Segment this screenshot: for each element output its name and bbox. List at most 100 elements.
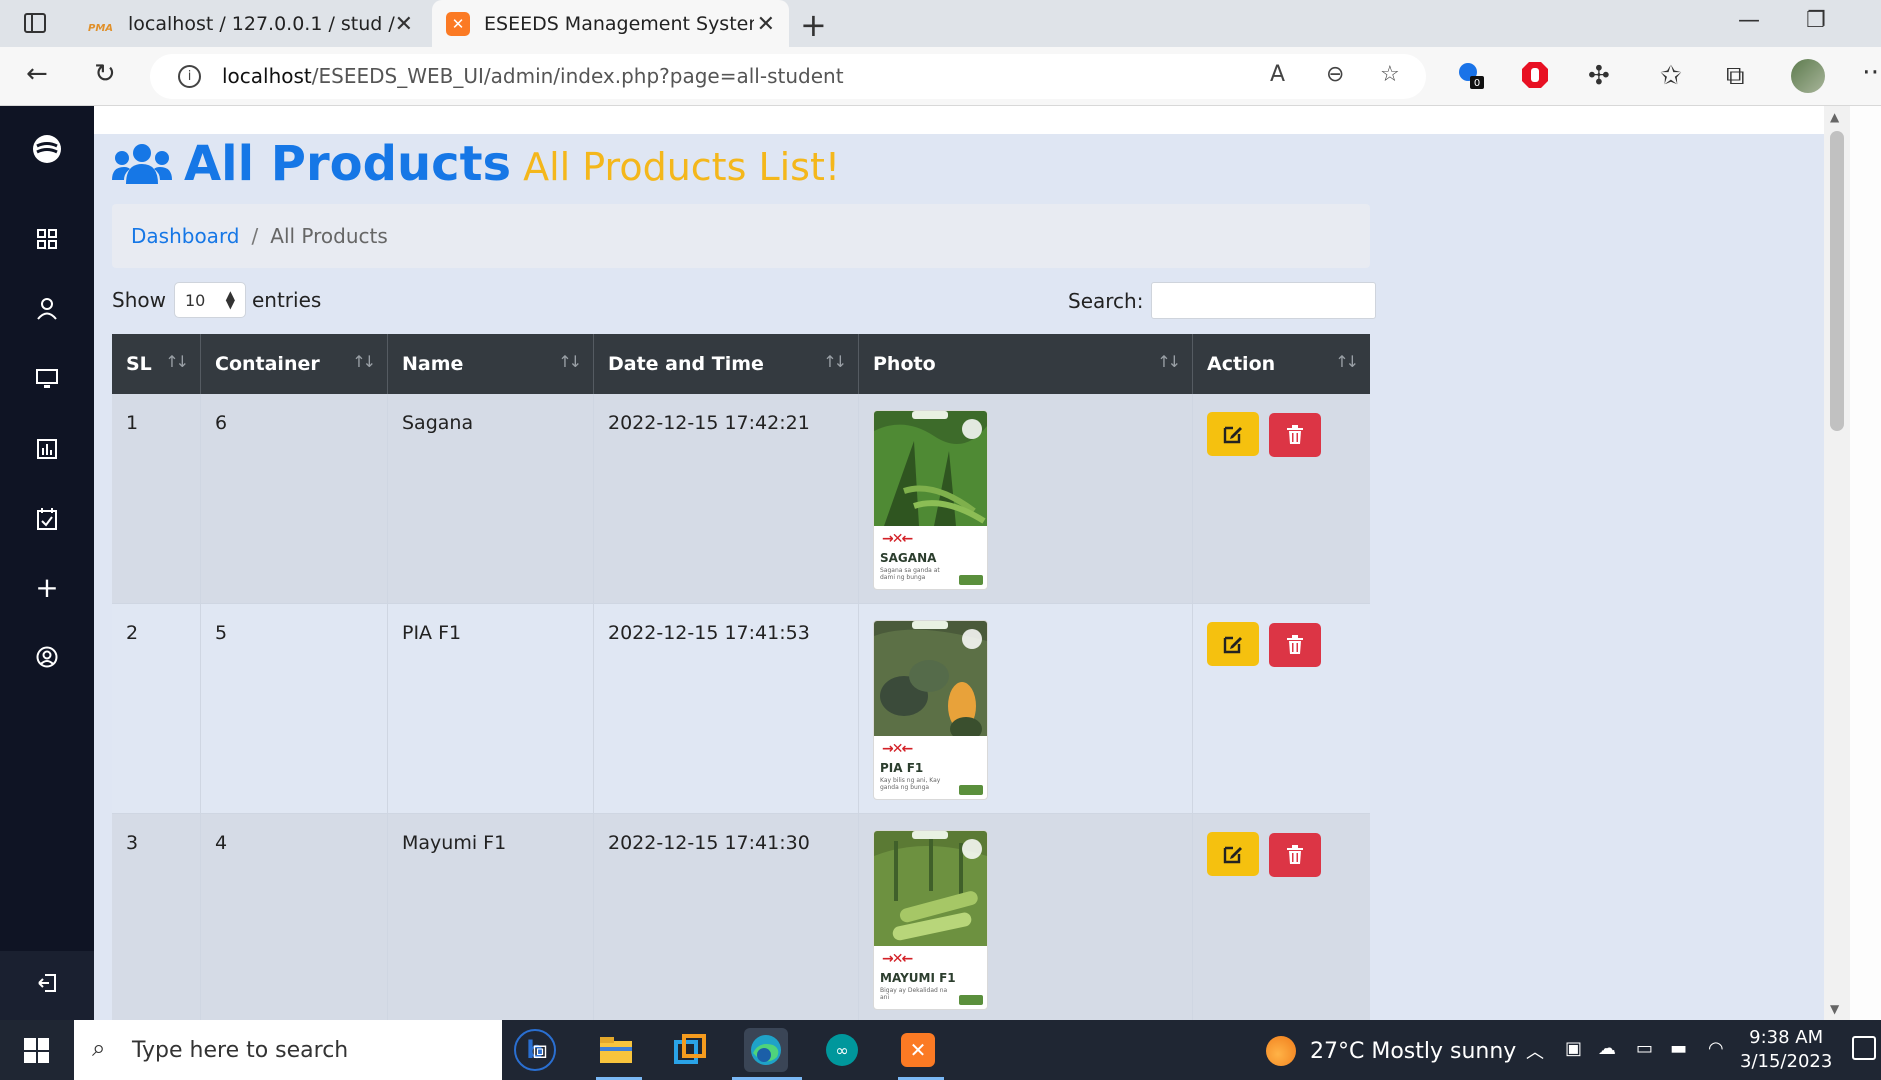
scroll-down-icon[interactable]: ▼ <box>1830 1002 1839 1016</box>
trash-icon <box>1287 425 1303 444</box>
delete-button[interactable] <box>1269 413 1321 457</box>
address-bar[interactable]: i localhost/ESEEDS_WEB_UI/admin/index.ph… <box>150 54 1426 99</box>
edit-button[interactable] <box>1207 832 1259 876</box>
taskbar-search-box[interactable]: ⌕ Type here to search b <box>74 1020 556 1080</box>
monitor-icon[interactable] <box>0 354 94 404</box>
edit-icon <box>1223 636 1242 654</box>
scroll-thumb[interactable] <box>1830 131 1844 431</box>
new-tab-button[interactable]: + <box>800 6 827 44</box>
meet-now-icon[interactable]: ▣ <box>1565 1038 1582 1059</box>
tab-actions-icon[interactable] <box>24 13 46 33</box>
favorites-icon[interactable]: ✩ <box>1660 61 1682 91</box>
arduino-icon[interactable]: ∞ <box>820 1028 864 1072</box>
extension-icon[interactable]: 0 <box>1456 60 1486 90</box>
sort-icon: ↑↓ <box>823 352 847 371</box>
extension-badge: 0 <box>1474 78 1480 89</box>
edit-button[interactable] <box>1207 622 1259 666</box>
seed-pack-label: PIA F1 <box>880 761 924 775</box>
entries-select[interactable]: 10 ▲ ▼ <box>173 282 246 318</box>
adblock-icon[interactable] <box>1520 60 1550 90</box>
seed-brand-logo: →✕← <box>882 741 913 757</box>
search-input[interactable] <box>1151 282 1377 319</box>
breadcrumb-dashboard-link[interactable]: Dashboard <box>131 224 240 248</box>
delete-button[interactable] <box>1269 833 1321 877</box>
seed-pack-caption: Bigay ay Dekalidad na ani <box>880 987 948 1001</box>
tab-eseeds[interactable]: ✕ ESEEDS Management System ✕ <box>432 0 789 47</box>
remote-desktop-icon[interactable] <box>668 1028 712 1072</box>
breadcrumb-current: All Products <box>270 224 388 248</box>
dashboard-grid-icon[interactable] <box>0 214 94 264</box>
edit-button[interactable] <box>1207 412 1259 456</box>
back-icon[interactable]: ← <box>26 59 48 89</box>
file-explorer-icon[interactable] <box>594 1028 638 1072</box>
column-header-name[interactable]: Name ↑↓ <box>388 334 594 394</box>
chart-icon[interactable] <box>0 424 94 474</box>
profile-avatar[interactable] <box>1791 59 1825 93</box>
refresh-icon[interactable]: ↻ <box>94 59 116 89</box>
svg-text:∞: ∞ <box>835 1041 848 1060</box>
page-scrollbar[interactable]: ▲ ▼ <box>1824 106 1850 1020</box>
logout-button[interactable] <box>0 951 94 1020</box>
edge-browser-icon[interactable] <box>744 1028 788 1072</box>
cell-action <box>1193 604 1370 813</box>
cell-action <box>1193 814 1370 1020</box>
weather-widget[interactable]: 27°C Mostly sunny <box>1266 1036 1516 1066</box>
restore-button[interactable]: ❐ <box>1806 8 1826 33</box>
taskbar-clock[interactable]: 9:38 AM 3/15/2023 <box>1740 1026 1832 1074</box>
minimize-button[interactable]: — <box>1738 8 1760 33</box>
column-header-action[interactable]: Action ↑↓ <box>1193 334 1370 394</box>
windows-taskbar: ⌕ Type here to search b ⧈ ∞ ✕ 27°C Mostl… <box>0 1020 1881 1080</box>
column-header-photo[interactable]: Photo ↑↓ <box>859 334 1193 394</box>
wifi-icon[interactable]: ◠ <box>1708 1038 1724 1059</box>
column-header-datetime[interactable]: Date and Time ↑↓ <box>594 334 859 394</box>
seed-brand-logo: →✕← <box>882 531 913 547</box>
display-icon[interactable]: ▭ <box>1636 1038 1653 1059</box>
cell-container: 5 <box>201 604 388 813</box>
product-photo: →✕← PIA F1 Kay bilis ng ani, Kay ganda n… <box>873 620 988 800</box>
logo-icon[interactable] <box>0 124 94 174</box>
onedrive-icon[interactable]: ☁ <box>1598 1038 1616 1059</box>
show-hidden-icons[interactable]: ︿ <box>1526 1038 1544 1064</box>
tab-phpmyadmin[interactable]: PMA localhost / 127.0.0.1 / stud / a_hi … <box>72 0 427 47</box>
cell-datetime: 2022-12-15 17:41:30 <box>594 814 859 1020</box>
close-tab-icon[interactable]: ✕ <box>395 12 413 37</box>
more-menu-icon[interactable]: ⋯ <box>1862 57 1881 87</box>
seed-pack-badge <box>962 419 982 439</box>
cell-photo: →✕← PIA F1 Kay bilis ng ani, Kay ganda n… <box>859 604 1193 813</box>
collections-icon[interactable]: ⧉ <box>1726 61 1745 92</box>
scroll-up-icon[interactable]: ▲ <box>1830 110 1839 124</box>
page-subtitle: All Products List! <box>523 145 841 189</box>
entries-control: Show 10 ▲ ▼ entries <box>112 282 321 318</box>
seed-brand-logo: →✕← <box>882 951 913 967</box>
close-tab-icon[interactable]: ✕ <box>757 12 775 37</box>
column-header-container[interactable]: Container ↑↓ <box>201 334 388 394</box>
user-icon[interactable] <box>0 284 94 334</box>
column-header-sl[interactable]: SL ↑↓ <box>112 334 201 394</box>
windows-start-icon[interactable] <box>24 1038 49 1063</box>
calendar-check-icon[interactable] <box>0 494 94 544</box>
seed-pack-badge <box>962 839 982 859</box>
seed-pack-tag <box>959 785 983 795</box>
xampp-control-icon[interactable]: ✕ <box>896 1028 940 1072</box>
add-favorite-icon[interactable]: ☆ <box>1380 62 1400 87</box>
task-view-icon[interactable]: ⧈ <box>518 1028 562 1072</box>
read-aloud-icon[interactable]: A <box>1270 62 1285 87</box>
seed-pack-label: SAGANA <box>880 551 937 565</box>
weather-sun-icon <box>1266 1036 1296 1066</box>
extensions-puzzle-icon[interactable]: ✣ <box>1588 61 1610 91</box>
browser-tab-bar: PMA localhost / 127.0.0.1 / stud / a_hi … <box>0 0 1881 47</box>
url-text[interactable]: localhost/ESEEDS_WEB_UI/admin/index.php?… <box>222 64 844 88</box>
battery-icon[interactable]: ▬ <box>1670 1038 1687 1059</box>
delete-button[interactable] <box>1269 623 1321 667</box>
sort-icon: ↑↓ <box>1157 352 1181 371</box>
user-circle-icon[interactable] <box>0 632 94 682</box>
table-row: 1 6 Sagana 2022-12-15 17:42:21 →✕← SAGAN… <box>112 394 1370 604</box>
seed-pack-tag <box>959 995 983 1005</box>
tab-title: ESEEDS Management System <box>484 12 754 35</box>
notification-center-icon[interactable] <box>1852 1036 1876 1060</box>
cell-sl: 1 <box>112 394 201 603</box>
zoom-out-icon[interactable]: ⊖ <box>1326 62 1344 87</box>
edge-side-panel <box>1850 106 1881 1020</box>
plus-icon[interactable]: + <box>0 562 94 612</box>
site-info-icon[interactable]: i <box>178 65 201 88</box>
